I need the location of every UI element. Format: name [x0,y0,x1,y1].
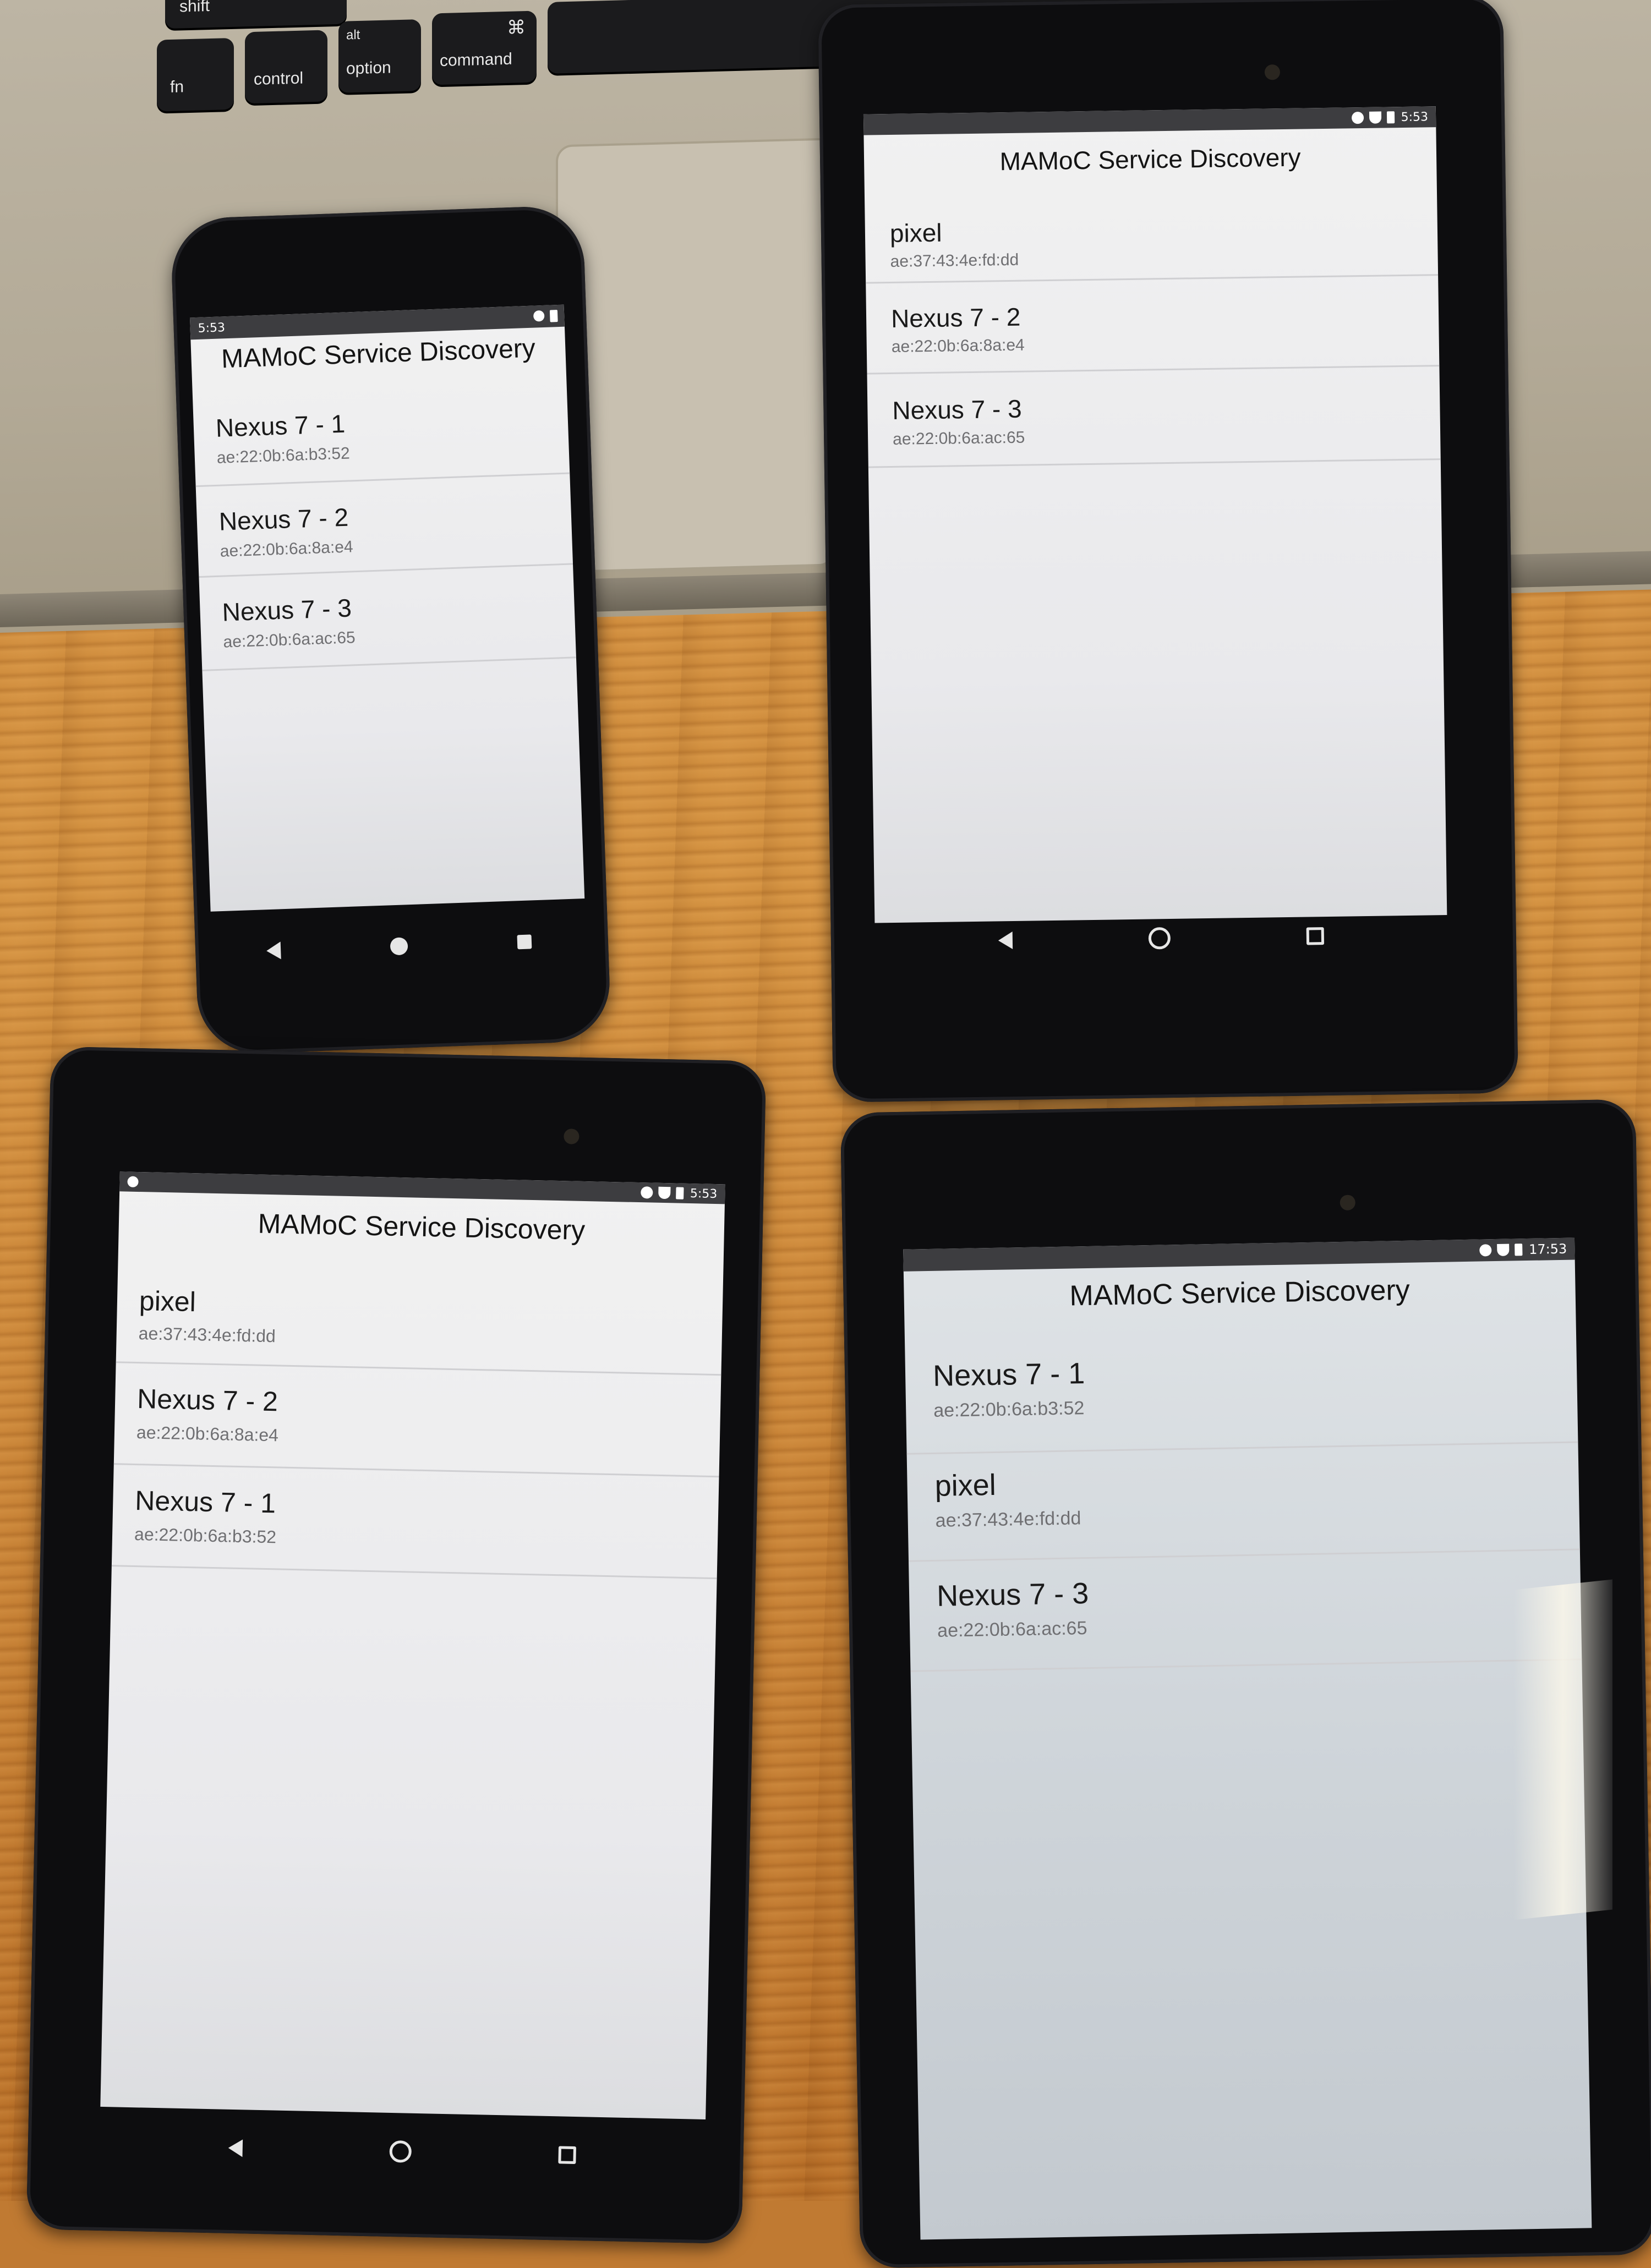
app-title: MAMoC Service Discovery [1069,1274,1411,1312]
screen-glare [1513,1579,1612,1920]
item-address: ae:22:0b:6a:b3:52 [216,444,351,467]
item-name: pixel [889,218,942,248]
key-command-label: command [440,50,512,70]
list-item[interactable]: pixel ae:37:43:4e:fd:dd [906,1441,1580,1562]
item-name: Nexus 7 - 3 [221,593,352,627]
tablet-top-right: 5:53 MAMoC Service Discovery pixel ae:37… [818,0,1518,1103]
list-item[interactable]: Nexus 7 - 2 ae:22:0b:6a:8a:e4 [195,472,573,578]
item-address: ae:22:0b:6a:8a:e4 [136,1422,279,1445]
battery-icon [1514,1243,1523,1256]
dnd-icon [1479,1244,1492,1257]
item-name: Nexus 7 - 2 [218,502,349,536]
item-address: ae:22:0b:6a:b3:52 [134,1524,277,1547]
item-name: Nexus 7 - 2 [136,1383,278,1417]
key-command[interactable]: ⌘ command [432,10,537,85]
key-control[interactable]: control [245,30,327,104]
wifi-icon [658,1186,671,1199]
key-shift[interactable]: shift [165,0,347,29]
item-name: Nexus 7 - 3 [892,394,1022,425]
recents-icon[interactable] [1306,927,1325,945]
key-alt-label: alt [346,27,360,43]
phone-device: 5:53 MAMoC Service Discovery Nexus 7 - 1… [170,205,612,1055]
key-option[interactable]: alt option [338,19,421,93]
app-title: MAMoC Service Discovery [258,1208,586,1246]
item-address: ae:22:0b:6a:ac:65 [937,1618,1087,1641]
status-time: 5:53 [1401,109,1429,124]
item-name: pixel [139,1285,196,1318]
key-control-label: control [254,69,304,89]
status-time: 5:53 [690,1186,718,1201]
list-item[interactable]: pixel ae:37:43:4e:fd:dd [865,194,1439,284]
front-camera [1340,1195,1356,1210]
item-name: Nexus 7 - 3 [936,1577,1089,1613]
home-icon[interactable] [390,937,408,956]
item-name: pixel [934,1468,997,1503]
item-name: Nexus 7 - 1 [932,1357,1085,1393]
item-address: ae:37:43:4e:fd:dd [935,1508,1081,1531]
list-item[interactable]: Nexus 7 - 3 ae:22:0b:6a:ac:65 [908,1548,1582,1672]
battery-icon [1386,111,1395,124]
battery-icon [549,310,558,322]
dnd-icon [640,1186,653,1199]
wifi-icon [1369,111,1381,124]
key-shift-label: shift [179,0,210,16]
back-icon[interactable] [998,932,1013,950]
list-item[interactable]: Nexus 7 - 1 ae:22:0b:6a:b3:52 [111,1463,719,1580]
notification-icon [127,1176,139,1188]
nav-bar [211,918,587,975]
status-bar: 5:53 [863,106,1436,135]
front-camera [564,1128,580,1144]
item-address: ae:22:0b:6a:ac:65 [892,428,1025,448]
key-option-label: option [346,58,391,78]
status-time: 5:53 [198,320,226,336]
wifi-icon [1496,1243,1510,1256]
status-icon [533,310,545,322]
home-icon[interactable] [389,2140,412,2163]
app-title: MAMoC Service Discovery [221,333,536,374]
recents-icon[interactable] [517,934,532,950]
item-address: ae:22:0b:6a:b3:52 [933,1398,1085,1421]
recents-icon[interactable] [558,2146,577,2165]
tablet-screen: 5:53 MAMoC Service Discovery pixel ae:37… [100,1171,725,2119]
app-title: MAMoC Service Discovery [999,143,1301,176]
item-name: Nexus 7 - 1 [134,1485,276,1519]
battery-icon [675,1187,684,1199]
tablet-screen: 5:53 MAMoC Service Discovery pixel ae:37… [863,106,1447,923]
key-fn[interactable]: fn [157,37,234,112]
item-name: Nexus 7 - 2 [890,302,1021,333]
back-icon[interactable] [266,941,282,960]
status-bar: 17:53 [903,1237,1575,1272]
item-address: ae:37:43:4e:fd:dd [890,250,1019,271]
list-item[interactable]: Nexus 7 - 2 ae:22:0b:6a:8a:e4 [866,274,1440,375]
item-address: ae:22:0b:6a:8a:e4 [891,336,1025,356]
tablet-bottom-left: 5:53 MAMoC Service Discovery pixel ae:37… [26,1046,767,2244]
dnd-icon [1351,111,1364,124]
nav-bar [930,916,1392,961]
list-item[interactable]: Nexus 7 - 3 ae:22:0b:6a:ac:65 [199,563,576,672]
home-icon[interactable] [1148,927,1171,950]
status-time: 17:53 [1528,1241,1567,1257]
tablet-screen: 17:53 MAMoC Service Discovery Nexus 7 - … [903,1237,1592,2240]
phone-screen: 5:53 MAMoC Service Discovery Nexus 7 - 1… [189,304,585,912]
nav-bar [154,2127,650,2176]
front-camera [1264,64,1281,80]
list-item[interactable]: Nexus 7 - 2 ae:22:0b:6a:8a:e4 [113,1361,721,1478]
list-item[interactable]: Nexus 7 - 1 ae:22:0b:6a:b3:52 [905,1331,1578,1455]
list-item[interactable]: Nexus 7 - 1 ae:22:0b:6a:b3:52 [192,381,570,487]
item-address: ae:22:0b:6a:ac:65 [223,628,356,651]
key-command-symbol: ⌘ [507,17,526,39]
list-item[interactable]: Nexus 7 - 3 ae:22:0b:6a:ac:65 [867,365,1441,468]
item-name: Nexus 7 - 1 [215,409,346,442]
list-item[interactable]: pixel ae:37:43:4e:fd:dd [116,1265,724,1376]
key-fn-label: fn [170,78,184,96]
status-bar: 5:53 [119,1171,725,1204]
item-address: ae:22:0b:6a:8a:e4 [220,538,354,561]
back-icon[interactable] [228,2139,243,2157]
trackpad[interactable] [556,138,835,573]
item-address: ae:37:43:4e:fd:dd [138,1323,276,1346]
